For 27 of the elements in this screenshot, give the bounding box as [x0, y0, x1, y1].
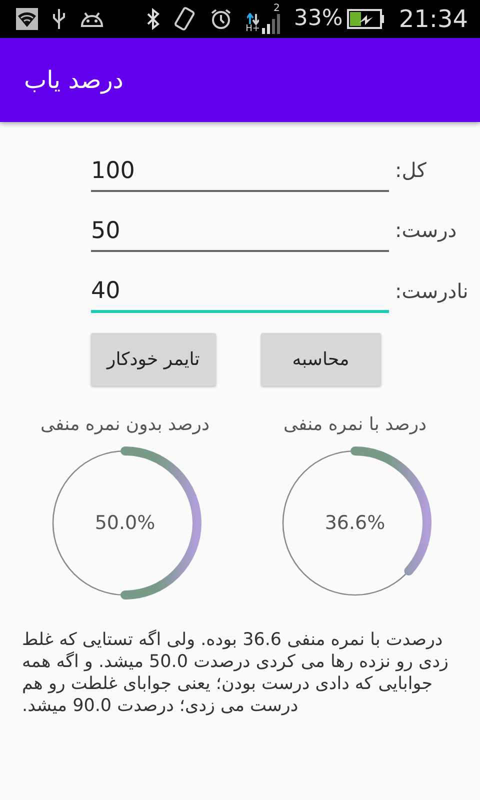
data-arrows-icon — [246, 13, 259, 25]
network-type: H+ — [246, 25, 260, 34]
field-label: کل: — [395, 158, 428, 184]
number-field[interactable]: 40 — [91, 274, 389, 313]
bluetooth-icon — [146, 8, 160, 30]
action-button[interactable]: تایمر خودکار — [91, 333, 216, 386]
gauge-title: درصد بدون نمره منفی — [40, 414, 210, 435]
phone-rotate-icon — [174, 7, 196, 31]
number-field[interactable]: 50 — [91, 214, 389, 252]
field-label: درست: — [395, 218, 458, 244]
alarm-clock-icon — [210, 8, 232, 30]
gauge-title: درصد با نمره منفی — [283, 414, 427, 435]
gauge-reading: 36.6% — [324, 512, 386, 534]
field-label: نادرست: — [395, 279, 470, 305]
android-icon — [80, 11, 104, 27]
battery-charging-icon — [346, 9, 385, 29]
app-title: درصد یاب — [24, 66, 124, 94]
battery-percent: 33% — [294, 8, 343, 30]
usb-icon — [52, 8, 66, 30]
signal-icon — [262, 14, 280, 34]
number-field[interactable]: 100 — [91, 154, 389, 192]
action-button[interactable]: محاسبه — [260, 333, 381, 386]
gauge-reading: 50.0% — [94, 512, 156, 534]
wifi-icon — [16, 8, 38, 30]
sim-slot-label: 2 — [274, 4, 280, 14]
summary-text: درصدت با نمره منفی 36.6 بوده. ولی اگه تستایی که غلط زدی رو نزده رها می کردی درصدت 50.0 میشد. و اگه همه جوابایی که دادی درست بودن؛ یعنی جوابای غلطت رو هم درست می زدی؛ درصدت 90.0 میشد. — [22, 629, 450, 717]
clock: 21:34 — [398, 7, 468, 31]
